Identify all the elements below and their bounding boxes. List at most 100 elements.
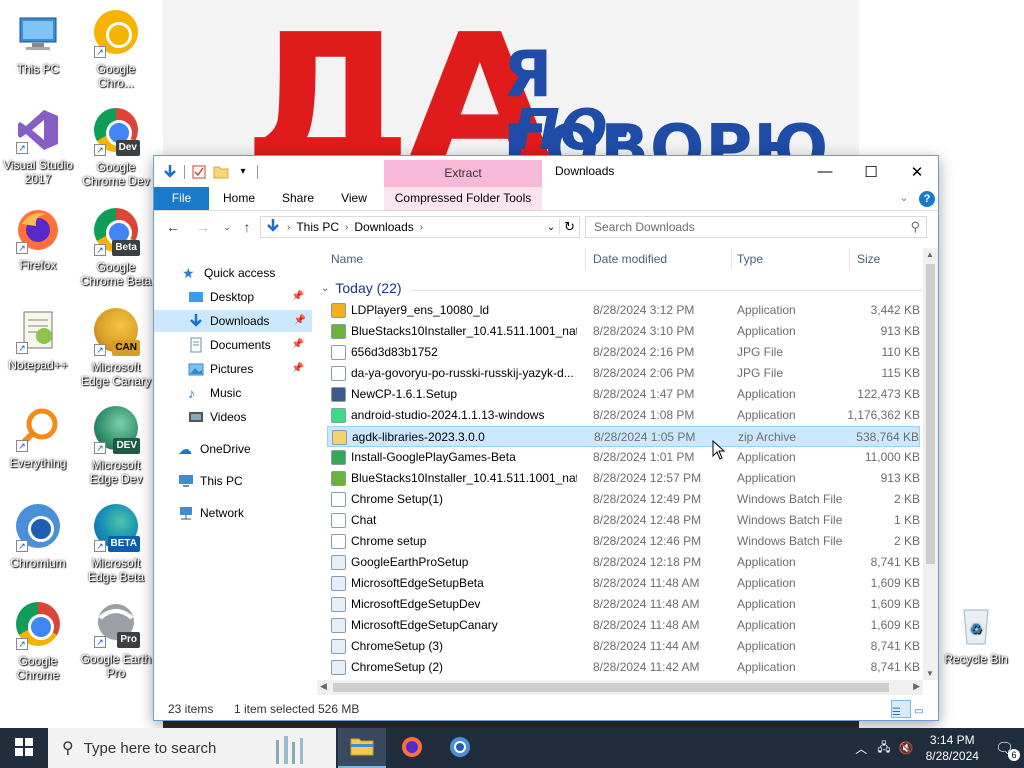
tab-view[interactable]: View [332, 187, 376, 210]
breadcrumb-downloads[interactable]: Downloads [354, 220, 413, 234]
file-row[interactable]: Install-GooglePlayGames-Beta 8/28/2024 1:… [327, 447, 920, 468]
horizontal-scroll-thumb[interactable] [333, 683, 889, 692]
search-input[interactable]: Search Downloads ⚲ [585, 216, 927, 238]
file-row[interactable]: NewCP-1.6.1.Setup 8/28/2024 1:47 PM Applic… [327, 384, 920, 405]
scroll-right-icon[interactable]: ▶ [913, 681, 920, 692]
show-hidden-icons-chevron-icon[interactable]: ︿ [855, 740, 867, 757]
taskbar-search-box[interactable]: ⚲ Type here to search [48, 728, 336, 768]
desktop-icon-microsoft-edge-dev[interactable]: DEV ↗ Microsoft Edge Dev [78, 404, 154, 486]
nav-item-documents[interactable]: Documents 📌 [188, 334, 310, 356]
breadcrumb-separator-icon: › [345, 221, 349, 233]
minimize-button[interactable]: — [802, 156, 848, 187]
taskbar-chromium[interactable] [436, 728, 484, 768]
scroll-up-icon[interactable]: ▲ [926, 250, 934, 259]
context-tab-header-extract[interactable]: Extract [384, 160, 542, 187]
nav-item-music[interactable]: ♪ Music [188, 382, 241, 404]
tab-share[interactable]: Share [274, 187, 322, 210]
nav-item-desktop[interactable]: Desktop 📌 [188, 286, 310, 308]
desktop-icon-recycle-bin[interactable]: ♻ Recycle Bin [938, 600, 1014, 666]
desktop-icon-google-chrome-canary[interactable]: ↗ Google Chro... [78, 8, 154, 90]
file-row[interactable]: ChromeSetup (2) 8/28/2024 11:42 AM Applica… [327, 657, 920, 678]
mouse-cursor-icon [712, 439, 726, 463]
nav-item-this-pc[interactable]: This PC [178, 470, 243, 492]
close-button[interactable]: ✕ [894, 156, 940, 187]
file-row[interactable]: LDPlayer9_ens_10080_ld 8/28/2024 3:12 PM A… [327, 300, 920, 321]
windows-logo-icon [15, 737, 33, 759]
file-name: NewCP-1.6.1.Setup [351, 387, 458, 401]
refresh-icon[interactable]: ↻ [559, 219, 579, 235]
column-header-name[interactable]: Name [331, 252, 363, 266]
desktop-icon-notepad-plus-plus[interactable]: ↗ Notepad++ [0, 306, 76, 372]
nav-item-downloads[interactable]: Downloads 📌 [154, 310, 312, 332]
installer-icon [331, 555, 346, 570]
scroll-down-icon[interactable]: ▼ [926, 669, 934, 678]
file-date-modified: 8/28/2024 12:46 PM [593, 534, 702, 548]
nav-item-videos[interactable]: Videos [188, 406, 246, 428]
new-folder-icon[interactable] [213, 164, 229, 180]
file-row[interactable]: GoogleEarthProSetup 8/28/2024 12:18 PM App… [327, 552, 920, 573]
desktop-icon-microsoft-edge-beta[interactable]: BETA ↗ Microsoft Edge Beta [78, 502, 154, 584]
large-icons-view-button[interactable]: ▭ [914, 700, 934, 718]
address-bar[interactable]: › This PC › Downloads › ⌄ ↻ [260, 216, 580, 238]
details-view-button[interactable]: ☰ [891, 700, 911, 718]
desktop-icon-google-chrome-beta[interactable]: Beta ↗ Google Chrome Beta [78, 206, 154, 288]
scroll-left-icon[interactable]: ◀ [320, 681, 327, 692]
recent-locations-button[interactable]: ⌄ [218, 218, 236, 236]
desktop-icon-google-earth-pro[interactable]: Pro ↗ Google Earth Pro [78, 600, 154, 680]
tab-compressed-folder-tools[interactable]: Compressed Folder Tools [384, 187, 542, 210]
expand-ribbon-chevron-icon[interactable]: ⌄ [896, 187, 912, 210]
file-row[interactable]: BlueStacks10Installer_10.41.511.1001_nat… [327, 468, 920, 489]
column-header-type[interactable]: Type [737, 252, 763, 266]
desktop-icon-microsoft-edge-canary[interactable]: CAN ↗ Microsoft Edge Canary [78, 306, 154, 388]
action-center-button[interactable]: 🗨 6 [995, 739, 1020, 761]
nav-item-quick-access[interactable]: ★ Quick access [182, 262, 275, 284]
desktop-icon-chromium[interactable]: ↗ Chromium [0, 502, 76, 570]
desktop-icon-google-chrome-dev[interactable]: Dev ↗ Google Chrome Dev [78, 106, 154, 188]
help-button[interactable]: ? [918, 187, 936, 210]
back-button[interactable]: ← [164, 218, 182, 236]
column-header-size[interactable]: Size [857, 252, 880, 266]
vertical-scrollbar[interactable]: ▲ ▼ [923, 248, 938, 680]
tab-home[interactable]: Home [214, 187, 264, 210]
chevron-down-icon[interactable]: ▾ [235, 164, 251, 180]
file-row[interactable]: 656d3d83b1752 8/28/2024 2:16 PM JPG File 11… [327, 342, 920, 363]
file-row[interactable]: MicrosoftEdgeSetupDev 8/28/2024 11:48 AM A… [327, 594, 920, 615]
file-row[interactable]: agdk-libraries-2023.3.0.0 8/28/2024 1:05 … [327, 426, 920, 447]
desktop-icon-everything[interactable]: ↗ Everything [0, 404, 76, 470]
file-size: 538,764 KB [856, 430, 919, 444]
start-button[interactable] [0, 728, 48, 768]
file-row[interactable]: Chrome setup 8/28/2024 12:46 PM Windows Ba… [327, 531, 920, 552]
clock[interactable]: 3:14 PM 8/28/2024 [926, 732, 979, 764]
nav-item-network[interactable]: Network [178, 502, 244, 524]
maximize-button[interactable]: ☐ [848, 156, 894, 187]
tab-file[interactable]: File [154, 187, 209, 210]
file-row[interactable]: MicrosoftEdgeSetupBeta 8/28/2024 11:48 AM… [327, 573, 920, 594]
file-row[interactable]: Chrome Setup(1) 8/28/2024 12:49 PM Windows… [327, 489, 920, 510]
nav-item-onedrive[interactable]: ☁ OneDrive [178, 438, 251, 460]
file-row[interactable]: android-studio-2024.1.1.13-windows 8/28/2… [327, 405, 920, 426]
volume-muted-icon[interactable]: 🔇 [899, 741, 914, 755]
horizontal-scrollbar[interactable]: ◀ ▶ [317, 680, 923, 695]
vertical-scroll-thumb[interactable] [926, 264, 935, 564]
properties-icon[interactable] [191, 164, 207, 180]
group-header-today[interactable]: ⌄ Today (22) [321, 280, 402, 296]
file-row[interactable]: da-ya-govoryu-po-russki-russkij-yazyk-d.… [327, 363, 920, 384]
address-dropdown-chevron-icon[interactable]: ⌄ [547, 222, 555, 233]
nav-item-pictures[interactable]: Pictures 📌 [188, 358, 310, 380]
forward-button[interactable]: → [194, 218, 212, 236]
desktop-icon-google-chrome[interactable]: ↗ Google Chrome [0, 600, 76, 682]
file-row[interactable]: ChromeSetup (3) 8/28/2024 11:44 AM Applica… [327, 636, 920, 657]
download-arrow-icon[interactable] [162, 164, 178, 180]
file-row[interactable]: Chat 8/28/2024 12:48 PM Windows Batch File… [327, 510, 920, 531]
desktop-icon-firefox[interactable]: ↗ Firefox [0, 206, 76, 272]
file-row[interactable]: BlueStacks10Installer_10.41.511.1001_nat… [327, 321, 920, 342]
breadcrumb-this-pc[interactable]: This PC [296, 220, 339, 234]
desktop-icon-visual-studio[interactable]: ↗ Visual Studio 2017 [0, 106, 76, 186]
up-button[interactable]: ↑ [238, 218, 256, 236]
file-row[interactable]: MicrosoftEdgeSetupCanary 8/28/2024 11:48 … [327, 615, 920, 636]
taskbar-file-explorer[interactable] [338, 728, 386, 768]
network-status-icon[interactable]: 🖧 [877, 738, 890, 759]
taskbar-firefox[interactable] [388, 728, 436, 768]
desktop-icon-this-pc[interactable]: This PC [0, 10, 76, 76]
column-header-date-modified[interactable]: Date modified [593, 252, 667, 266]
